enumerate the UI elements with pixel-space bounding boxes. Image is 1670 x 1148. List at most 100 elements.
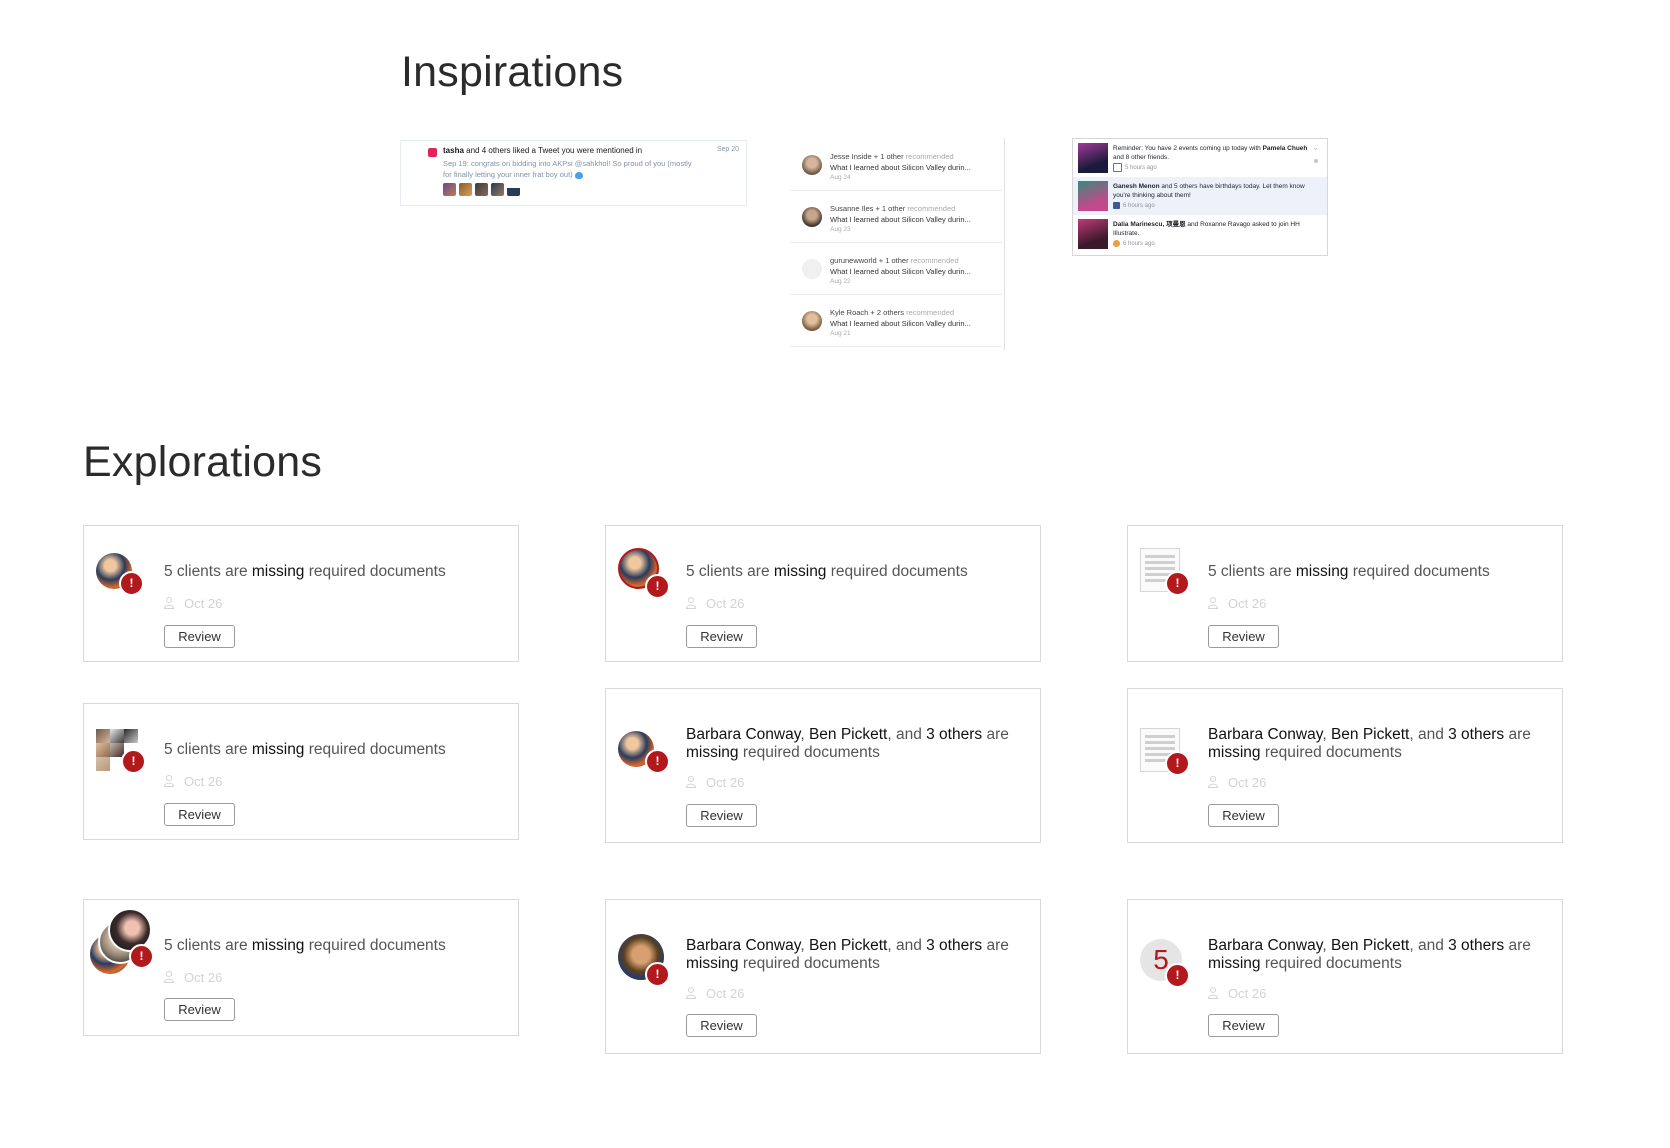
alert-badge-icon: ! [121,749,146,774]
review-button[interactable]: Review [1208,625,1279,648]
avatar [459,183,472,196]
facebook-notification-sample: Reminder: You have 2 events coming up to… [1072,138,1328,256]
avatar [507,183,520,196]
avatar [802,311,822,331]
notification-text: 5 clients are missing required documents [1208,563,1490,580]
avatar: ! [88,908,154,976]
review-button[interactable]: Review [686,804,757,827]
avatar [491,183,504,196]
review-button[interactable]: Review [164,998,235,1021]
list-item: Jesse Inside + 1 other recommended What … [790,138,1002,191]
review-button[interactable]: Review [686,1014,757,1037]
avatar: ! [1140,728,1190,778]
alert-badge-icon: ! [645,574,670,599]
client-photo [96,757,110,771]
person-icon [164,775,174,787]
notification-meta: Oct 26 [1208,775,1266,790]
person-icon [1208,597,1218,609]
notification-card-names-document: ! Barbara Conway, Ben Pickett, and 3 oth… [1127,688,1563,843]
person-icon [686,597,696,609]
inspirations-heading: Inspirations [401,48,624,96]
twitter-notification-sample: tasha and 4 others liked a Tweet you wer… [400,140,747,206]
list-item: Dalia Marinescu, 项曼恩 and Roxanne Ravago … [1073,215,1327,253]
notification-text: Barbara Conway, Ben Pickett, and 3 other… [686,726,1009,761]
twitter-tweet-text: Sep 19: congrats on bidding into AKPsi @… [443,159,692,179]
notification-card-names-photo: ! Barbara Conway, Ben Pickett, and 3 oth… [605,688,1041,843]
notification-text: 5 clients are missing required documents [164,741,446,758]
group-icon [1113,240,1120,247]
notification-card-document-icon: ! 5 clients are missing required documen… [1127,525,1563,662]
person-icon [686,776,696,788]
explorations-heading: Explorations [83,438,323,486]
notification-card-names-single-photo: ! Barbara Conway, Ben Pickett, and 3 oth… [605,899,1041,1054]
client-photo [96,729,110,743]
person-icon [686,987,696,999]
avatar: ! [618,548,670,599]
list-item: Reminder: You have 2 events coming up to… [1073,139,1327,177]
twitter-line1: tasha and 4 others liked a Tweet you wer… [443,146,643,155]
facebook-icon [1113,202,1120,209]
notification-meta: Oct 26 [164,774,222,789]
notification-meta: Oct 26 [164,596,222,611]
client-photo [96,743,110,757]
review-button[interactable]: Review [164,803,235,826]
notification-card-photo-avatar: ! 5 clients are missing required documen… [83,525,519,662]
person-icon [164,971,174,983]
avatar [802,155,822,175]
list-item: Kyle Roach + 2 others recommended What I… [790,294,1002,347]
list-item: Ganesh Menon and 5 others have birthdays… [1073,177,1327,215]
notification-card-stacked-avatars: ! 5 clients are missing required documen… [83,899,519,1036]
notification-meta: Oct 26 [686,986,744,1001]
heart-icon [428,148,437,157]
notification-meta: Oct 26 [686,596,744,611]
avatar: ! [618,726,670,776]
notification-text: Barbara Conway, Ben Pickett, and 3 other… [1208,937,1531,972]
alert-badge-icon: ! [645,962,670,987]
default-user-icon [802,259,822,279]
alert-badge-icon: ! [119,571,144,596]
alert-badge-icon: ! [129,944,154,969]
notification-meta: Oct 26 [164,970,222,985]
alert-badge-icon: ! [1165,751,1190,776]
avatar [475,183,488,196]
notification-text: 5 clients are missing required documents [164,563,446,580]
twitter-avatars [443,183,520,196]
notification-meta: Oct 26 [1208,986,1266,1001]
person-icon [1208,987,1218,999]
blue-heart-icon [574,171,583,179]
review-button[interactable]: Review [1208,1014,1279,1037]
review-button[interactable]: Review [686,625,757,648]
list-item: Susanne Iles + 1 other recommended What … [790,190,1002,243]
list-item: gurunewworld + 1 other recommended What … [790,242,1002,295]
notification-card-photo-grid: ! 5 clients are missing required documen… [83,703,519,840]
notification-card-names-count: 5 ! Barbara Conway, Ben Pickett, and 3 o… [1127,899,1563,1054]
avatar: ! [618,934,670,987]
chevron-down-icon: ⌄ [1312,143,1319,152]
notification-text: 5 clients are missing required documents [164,937,446,954]
twitter-date: Sep 20 [716,146,739,153]
avatar [1078,219,1108,249]
notification-text: Barbara Conway, Ben Pickett, and 3 other… [1208,726,1531,761]
client-photo [124,729,138,743]
notification-meta: Oct 26 [686,775,744,790]
unread-dot-icon [1314,159,1318,163]
review-button[interactable]: Review [1208,804,1279,827]
notification-meta: Oct 26 [1208,596,1266,611]
avatar: ! [1140,548,1190,598]
notification-card-ring-avatar: ! 5 clients are missing required documen… [605,525,1041,662]
client-photo [110,729,124,743]
avatar [1078,181,1108,211]
event-image [1078,143,1108,173]
person-icon [1208,776,1218,788]
review-button[interactable]: Review [164,625,235,648]
alert-badge-icon: ! [645,749,670,774]
avatar [443,183,456,196]
notification-text: 5 clients are missing required documents [686,563,968,580]
alert-badge-icon: ! [1165,963,1190,988]
person-icon [164,597,174,609]
avatar: ! [96,548,146,598]
avatar: 5 ! [1140,936,1190,988]
calendar-icon [1113,163,1122,172]
avatar [802,207,822,227]
avatar: ! [96,726,146,776]
